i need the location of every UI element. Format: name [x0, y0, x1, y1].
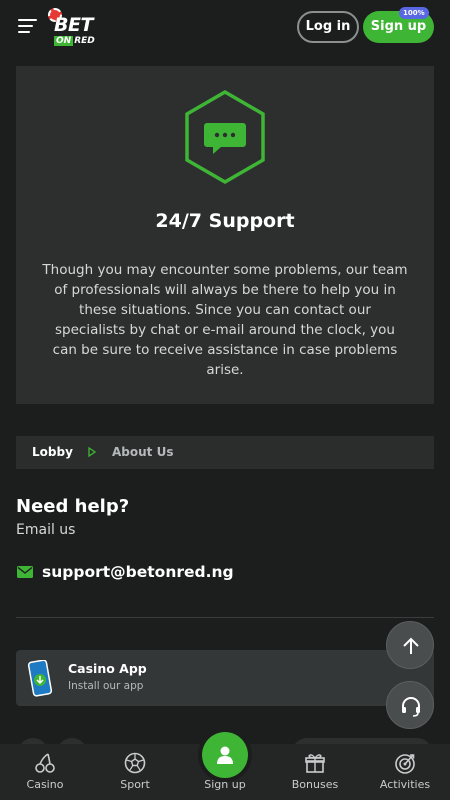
breadcrumb-lobby[interactable]: Lobby — [32, 445, 73, 459]
support-card: 24/7 Support Though you may encounter so… — [16, 66, 434, 404]
signup-fab[interactable] — [202, 732, 248, 778]
scroll-to-top-button[interactable] — [386, 621, 434, 669]
support-title: 24/7 Support — [155, 210, 295, 232]
logo-onred-text: ON RED — [54, 36, 95, 46]
target-icon — [395, 754, 415, 774]
chevron-right-icon — [88, 447, 96, 457]
support-email-link[interactable]: support@betonred.ng — [42, 563, 234, 581]
header: BET ON RED Log in Sign up 100% — [0, 0, 450, 54]
gift-icon — [305, 754, 325, 773]
nav-casino-label: Casino — [26, 778, 64, 791]
nav-sport[interactable]: Sport — [90, 744, 180, 800]
login-button[interactable]: Log in — [297, 11, 359, 43]
support-description: Though you may encounter some problems, … — [42, 262, 408, 378]
logo-bet-text: BET — [54, 14, 93, 36]
soccer-ball-icon — [124, 752, 146, 774]
signup-bonus-badge: 100% — [399, 7, 429, 19]
logo-red-text: RED — [74, 36, 95, 46]
nav-sport-label: Sport — [120, 778, 150, 791]
help-title: Need help? — [16, 496, 130, 517]
nav-casino[interactable]: Casino — [0, 744, 90, 800]
menu-icon[interactable] — [18, 19, 37, 35]
casino-app-banner[interactable]: Casino App Install our app — [16, 650, 434, 706]
breadcrumb-about-us: About Us — [112, 445, 174, 459]
app-subtitle: Install our app — [68, 680, 144, 692]
headset-icon — [402, 697, 420, 717]
app-title: Casino App — [68, 661, 147, 676]
user-icon — [217, 746, 233, 764]
live-support-button[interactable] — [386, 681, 434, 729]
nav-bonuses[interactable]: Bonuses — [270, 744, 360, 800]
cherries-icon — [35, 753, 55, 773]
nav-signup-label: Sign up — [204, 778, 246, 791]
nav-bonuses-label: Bonuses — [291, 778, 339, 791]
arrow-up-icon — [403, 637, 419, 654]
logo[interactable]: BET ON RED — [46, 8, 106, 48]
chat-bubble-icon — [185, 89, 265, 185]
help-subtitle: Email us — [16, 522, 76, 538]
nav-activities-label: Activities — [379, 778, 431, 791]
nav-activities[interactable]: Activities — [360, 744, 450, 800]
breadcrumb: Lobby About Us — [16, 436, 434, 469]
phone-download-icon — [27, 660, 53, 697]
logo-on-text: ON — [54, 36, 74, 46]
divider — [16, 617, 434, 618]
mail-icon — [17, 566, 33, 578]
